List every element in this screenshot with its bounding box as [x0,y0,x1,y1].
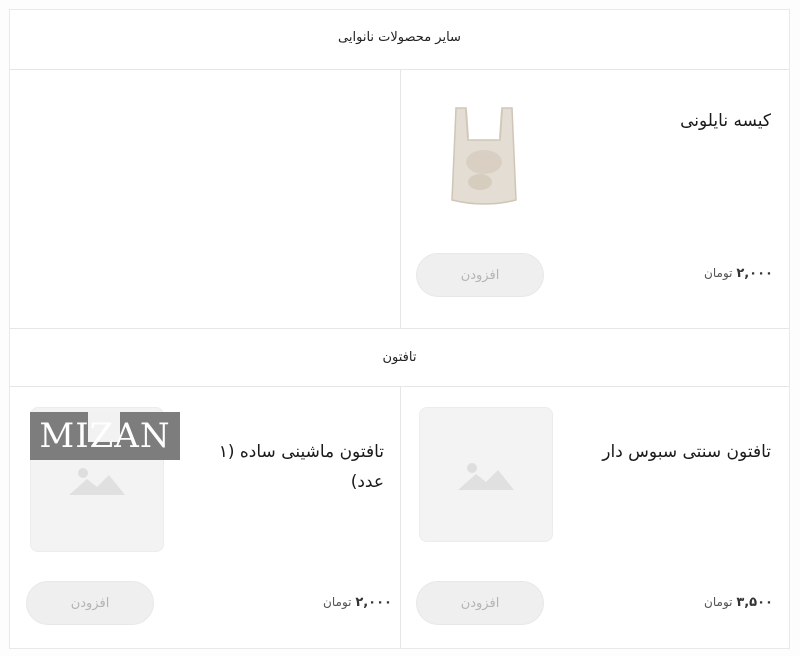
image-placeholder-icon [69,467,125,495]
product-card-traditional-taftoon: تافتون سنتی سبوس دار ۳,۵۰۰ تومان افزودن [400,387,789,648]
add-to-cart-button[interactable]: افزودن [416,253,544,297]
divider [10,328,789,329]
divider [400,70,401,328]
product-price: ۲,۰۰۰ تومان [704,266,773,281]
product-card-plastic-bag: کیسه نایلونی ۲,۰۰۰ تومان افزودن [400,70,789,328]
add-to-cart-button[interactable]: افزودن [416,581,544,625]
section-header-bakery-products: سایر محصولات نانوایی [338,30,461,45]
products-panel: سایر محصولات نانوایی کیسه نایلونی ۲,۰۰۰ … [9,9,790,649]
plastic-bag-image [444,100,524,212]
product-title: تافتون سنتی سبوس دار [602,442,771,462]
add-to-cart-button[interactable]: افزودن [26,581,154,625]
watermark-logo: MIZAN [30,412,180,460]
product-image-placeholder [419,407,553,542]
divider [400,387,401,648]
product-price: ۲,۰۰۰ تومان [323,595,392,610]
section-header-taftoon: تافتون [382,350,417,365]
image-placeholder-icon [458,462,514,490]
product-title: تافتون ماشینی ساده (۱ عدد) [218,442,384,492]
product-price: ۳,۵۰۰ تومان [704,595,773,610]
product-title: کیسه نایلونی [680,111,771,131]
